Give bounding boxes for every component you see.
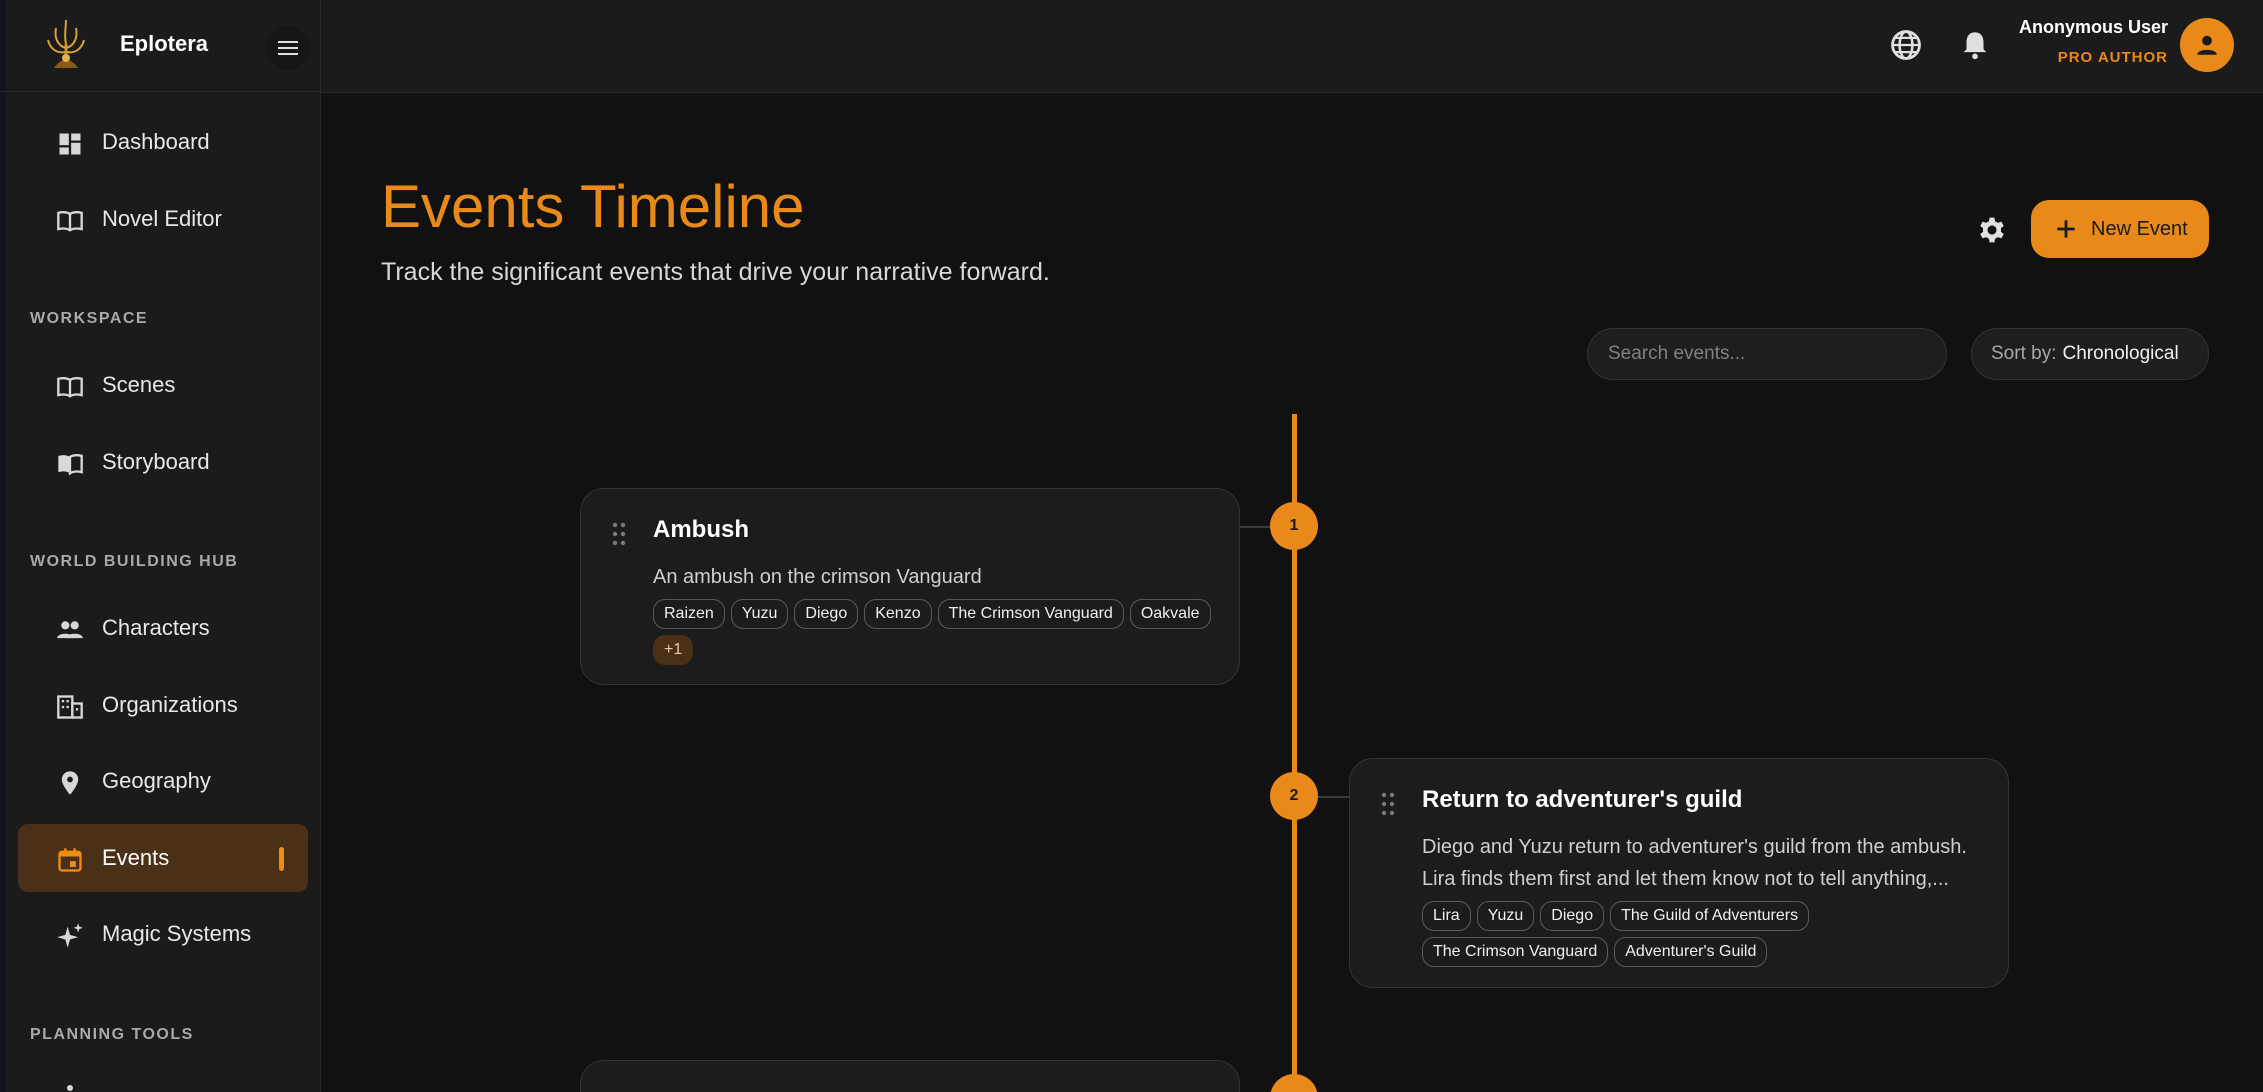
dashboard-icon — [59, 133, 81, 155]
nav-label: Magic Systems — [102, 921, 252, 946]
tag[interactable]: Lira — [1422, 901, 1471, 931]
globe-icon[interactable] — [1889, 28, 1923, 62]
user-name: Anonymous User — [2018, 17, 2168, 37]
tag[interactable]: Raizen — [653, 599, 725, 629]
avatar-button[interactable] — [2180, 18, 2234, 72]
tag[interactable]: The Guild of Adventurers — [1610, 901, 1810, 931]
new-event-button[interactable]: New Event — [2031, 200, 2209, 258]
book-open-icon — [57, 210, 83, 232]
search-events-input[interactable] — [1587, 328, 1947, 380]
nav-label: Novel Editor — [102, 206, 222, 231]
hamburger-icon — [278, 41, 298, 55]
nav-novel-editor[interactable]: Novel Editor — [18, 185, 308, 253]
menu-toggle-button[interactable] — [266, 26, 310, 70]
timeline-node: 2 — [1270, 772, 1318, 820]
nav-label: Dashboard — [102, 129, 210, 154]
event-card-return-to-guild[interactable]: Return to adventurer's guild Diego and Y… — [1349, 758, 2009, 988]
building-icon — [57, 695, 83, 719]
nav-geography[interactable]: Geography — [18, 747, 308, 815]
event-tags: Lira Yuzu Diego The Guild of Adventurers… — [1422, 901, 1992, 967]
planning-tool-icon — [67, 1085, 73, 1091]
nav-label: Events — [102, 845, 170, 870]
event-card-ambush[interactable]: Ambush An ambush on the crimson Vanguard… — [580, 488, 1240, 685]
nav-dashboard[interactable]: Dashboard — [18, 108, 308, 176]
new-event-label: New Event — [2091, 218, 2188, 240]
tag[interactable]: Kenzo — [864, 599, 932, 629]
event-card-partial[interactable] — [580, 1060, 1240, 1092]
tag[interactable]: Oakvale — [1129, 599, 1211, 629]
nav-label: Storyboard — [102, 449, 210, 474]
book-open-icon — [57, 376, 83, 398]
page-subtitle: Track the significant events that drive … — [381, 258, 1050, 286]
event-description: An ambush on the crimson Vanguard — [653, 566, 982, 588]
nav-storyboard[interactable]: Storyboard — [18, 428, 308, 496]
page-title: Events Timeline — [381, 173, 805, 240]
nav-label: Scenes — [102, 372, 176, 397]
sparkle-icon — [57, 923, 83, 948]
tag[interactable]: Diego — [1540, 901, 1605, 931]
tag[interactable]: Diego — [794, 599, 859, 629]
sort-value: Chronological — [2062, 343, 2179, 364]
drag-handle-icon[interactable] — [1380, 791, 1396, 817]
nav-events[interactable]: Events — [18, 824, 308, 892]
nav-label: Geography — [102, 768, 211, 793]
timeline-node — [1270, 1074, 1318, 1092]
event-tags: Raizen Yuzu Diego Kenzo The Crimson Vang… — [653, 599, 1223, 665]
tag[interactable]: The Crimson Vanguard — [1422, 937, 1609, 967]
tag[interactable]: Yuzu — [730, 599, 789, 629]
sidebar: Eplotera Dashboard Novel Editor WORKSPAC… — [0, 0, 321, 1092]
nav-label: Characters — [102, 615, 210, 640]
location-pin-icon — [61, 771, 79, 795]
event-title: Return to adventurer's guild — [1422, 786, 1743, 813]
more-tags-badge[interactable]: +1 — [653, 635, 694, 665]
drag-handle-icon[interactable] — [611, 521, 627, 547]
nav-scenes[interactable]: Scenes — [18, 351, 308, 419]
app-name: Eplotera — [120, 31, 209, 56]
section-title-world-building: WORLD BUILDING HUB — [30, 553, 239, 570]
timeline-node: 1 — [1270, 502, 1318, 550]
nav-magic-systems[interactable]: Magic Systems — [18, 900, 308, 968]
section-title-planning-tools: PLANNING TOOLS — [30, 1026, 194, 1043]
plus-icon — [2057, 220, 2075, 238]
section-title-workspace: WORKSPACE — [30, 310, 149, 327]
sort-label: Sort by: — [1991, 343, 2057, 364]
nav-label: Organizations — [102, 692, 238, 717]
sort-select[interactable]: Sort by: Chronological — [1971, 328, 2209, 380]
storyboard-icon — [58, 453, 83, 476]
top-bar: Anonymous User PRO AUTHOR — [321, 0, 2263, 93]
tag[interactable]: Adventurer's Guild — [1614, 937, 1768, 967]
nav-characters[interactable]: Characters — [18, 594, 308, 662]
tree-logo-icon[interactable] — [44, 18, 88, 70]
brand-header: Eplotera — [0, 0, 320, 92]
calendar-icon — [58, 848, 82, 872]
settings-gear-icon[interactable] — [1975, 213, 2009, 247]
user-role-badge: PRO AUTHOR — [2057, 49, 2168, 66]
nav-organizations[interactable]: Organizations — [18, 671, 308, 739]
bell-icon[interactable] — [1958, 28, 1992, 62]
tag[interactable]: The Crimson Vanguard — [937, 599, 1124, 629]
event-description: Diego and Yuzu return to adventurer's gu… — [1422, 836, 1967, 890]
event-title: Ambush — [653, 516, 749, 543]
tag[interactable]: Yuzu — [1476, 901, 1535, 931]
user-icon — [2197, 35, 2217, 55]
people-icon — [57, 621, 83, 639]
